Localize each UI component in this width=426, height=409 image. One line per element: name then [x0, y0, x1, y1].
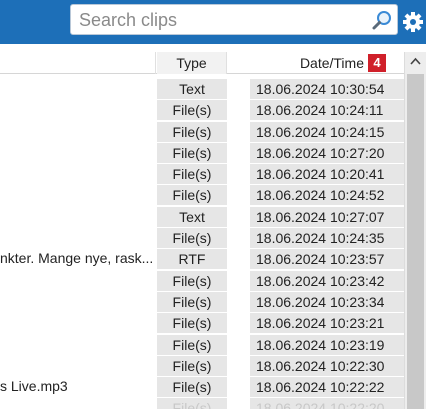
table-row[interactable]: File(s) 18.06.2024 10:24:52 [0, 184, 404, 206]
cell-type: File(s) [157, 142, 227, 163]
cell-date: 18.06.2024 10:23:42 [250, 270, 404, 291]
cell-type: File(s) [157, 121, 227, 142]
cell-name [0, 206, 156, 227]
search-box[interactable] [70, 4, 398, 35]
clips-table: Type Date/Time 4 Text 18.06.2024 10:30:54… [0, 52, 404, 409]
cell-date: 18.06.2024 10:23:21 [250, 313, 404, 334]
cell-date: 18.06.2024 10:24:15 [250, 121, 404, 142]
callout-badge: 4 [368, 54, 386, 72]
table-row[interactable]: File(s) 18.06.2024 10:24:11 [0, 99, 404, 121]
column-header-type[interactable]: Type [157, 52, 227, 74]
search-input[interactable] [79, 9, 369, 31]
cell-name [0, 355, 156, 376]
cell-type: File(s) [157, 355, 227, 376]
cell-date: 18.06.2024 10:23:19 [250, 334, 404, 355]
cell-type: File(s) [157, 164, 227, 185]
table-row[interactable]: nkter. Mange nye, rask... RTF 18.06.2024 1… [0, 248, 404, 270]
cell-name [0, 184, 156, 205]
table-header: Type Date/Time 4 [0, 52, 404, 74]
cell-name [0, 163, 156, 184]
cell-name [0, 227, 156, 248]
cell-date: 18.06.2024 10:22:30 [250, 355, 404, 376]
cell-date: 18.06.2024 10:27:07 [250, 206, 404, 227]
cell-name: s Live.mp3 [0, 378, 68, 395]
cell-date: 18.06.2024 10:24:11 [250, 100, 404, 121]
top-bar [0, 0, 426, 44]
cell-date: 18.06.2024 10:23:34 [250, 291, 404, 312]
scrollbar-thumb[interactable] [407, 74, 424, 409]
cell-type: File(s) [157, 185, 227, 206]
cell-type: Text [157, 206, 227, 227]
cell-type: File(s) [157, 398, 227, 409]
column-header-name[interactable] [0, 52, 156, 74]
table-row[interactable]: File(s) 18.06.2024 10:22:20 [0, 397, 404, 409]
cell-date: 18.06.2024 10:23:57 [250, 249, 404, 270]
table-body: Text 18.06.2024 10:30:54 File(s) 18.06.202… [0, 78, 404, 409]
table-row[interactable]: Text 18.06.2024 10:27:07 [0, 206, 404, 227]
cell-name [0, 291, 156, 312]
table-row[interactable]: File(s) 18.06.2024 10:24:15 [0, 121, 404, 142]
vertical-scrollbar[interactable] [404, 52, 426, 409]
cell-date: 18.06.2024 10:27:20 [250, 142, 404, 163]
cell-date: 18.06.2024 10:24:52 [250, 185, 404, 206]
cell-date: 18.06.2024 10:30:54 [250, 79, 404, 99]
table-row[interactable]: File(s) 18.06.2024 10:27:20 [0, 142, 404, 163]
cell-type: File(s) [157, 377, 227, 398]
cell-name [0, 312, 156, 333]
cell-type: File(s) [157, 291, 227, 312]
cell-type: File(s) [157, 100, 227, 121]
cell-name: nkter. Mange nye, rask... [0, 250, 154, 267]
cell-name [0, 270, 156, 291]
table-row[interactable]: File(s) 18.06.2024 10:23:34 [0, 291, 404, 312]
cell-type: File(s) [157, 334, 227, 355]
table-row[interactable]: File(s) 18.06.2024 10:23:21 [0, 312, 404, 334]
cell-name [0, 142, 156, 163]
cell-name [0, 397, 156, 409]
cell-type: File(s) [157, 270, 227, 291]
table-row[interactable]: Text 18.06.2024 10:30:54 [0, 78, 404, 99]
table-row[interactable]: s Live.mp3 File(s) 18.06.2024 10:22:22 [0, 376, 404, 398]
gear-icon[interactable] [402, 9, 424, 35]
table-row[interactable]: File(s) 18.06.2024 10:24:35 [0, 227, 404, 249]
chevron-up-icon[interactable] [405, 52, 426, 72]
table-row[interactable]: File(s) 18.06.2024 10:20:41 [0, 163, 404, 185]
cell-date: 18.06.2024 10:20:41 [250, 164, 404, 185]
cell-type: RTF [157, 249, 227, 270]
cell-date: 18.06.2024 10:22:20 [250, 398, 404, 409]
cell-type: File(s) [157, 228, 227, 249]
table-row[interactable]: File(s) 18.06.2024 10:23:42 [0, 270, 404, 291]
cell-name [0, 99, 156, 120]
cell-name [0, 78, 156, 99]
search-icon[interactable] [371, 9, 393, 31]
cell-name [0, 121, 156, 142]
cell-name [0, 334, 156, 355]
table-row[interactable]: File(s) 18.06.2024 10:23:19 [0, 334, 404, 355]
table-row[interactable]: File(s) 18.06.2024 10:22:30 [0, 355, 404, 376]
cell-type: File(s) [157, 313, 227, 334]
cell-type: Text [157, 79, 227, 99]
cell-date: 18.06.2024 10:24:35 [250, 228, 404, 249]
cell-date: 18.06.2024 10:22:22 [250, 377, 404, 398]
